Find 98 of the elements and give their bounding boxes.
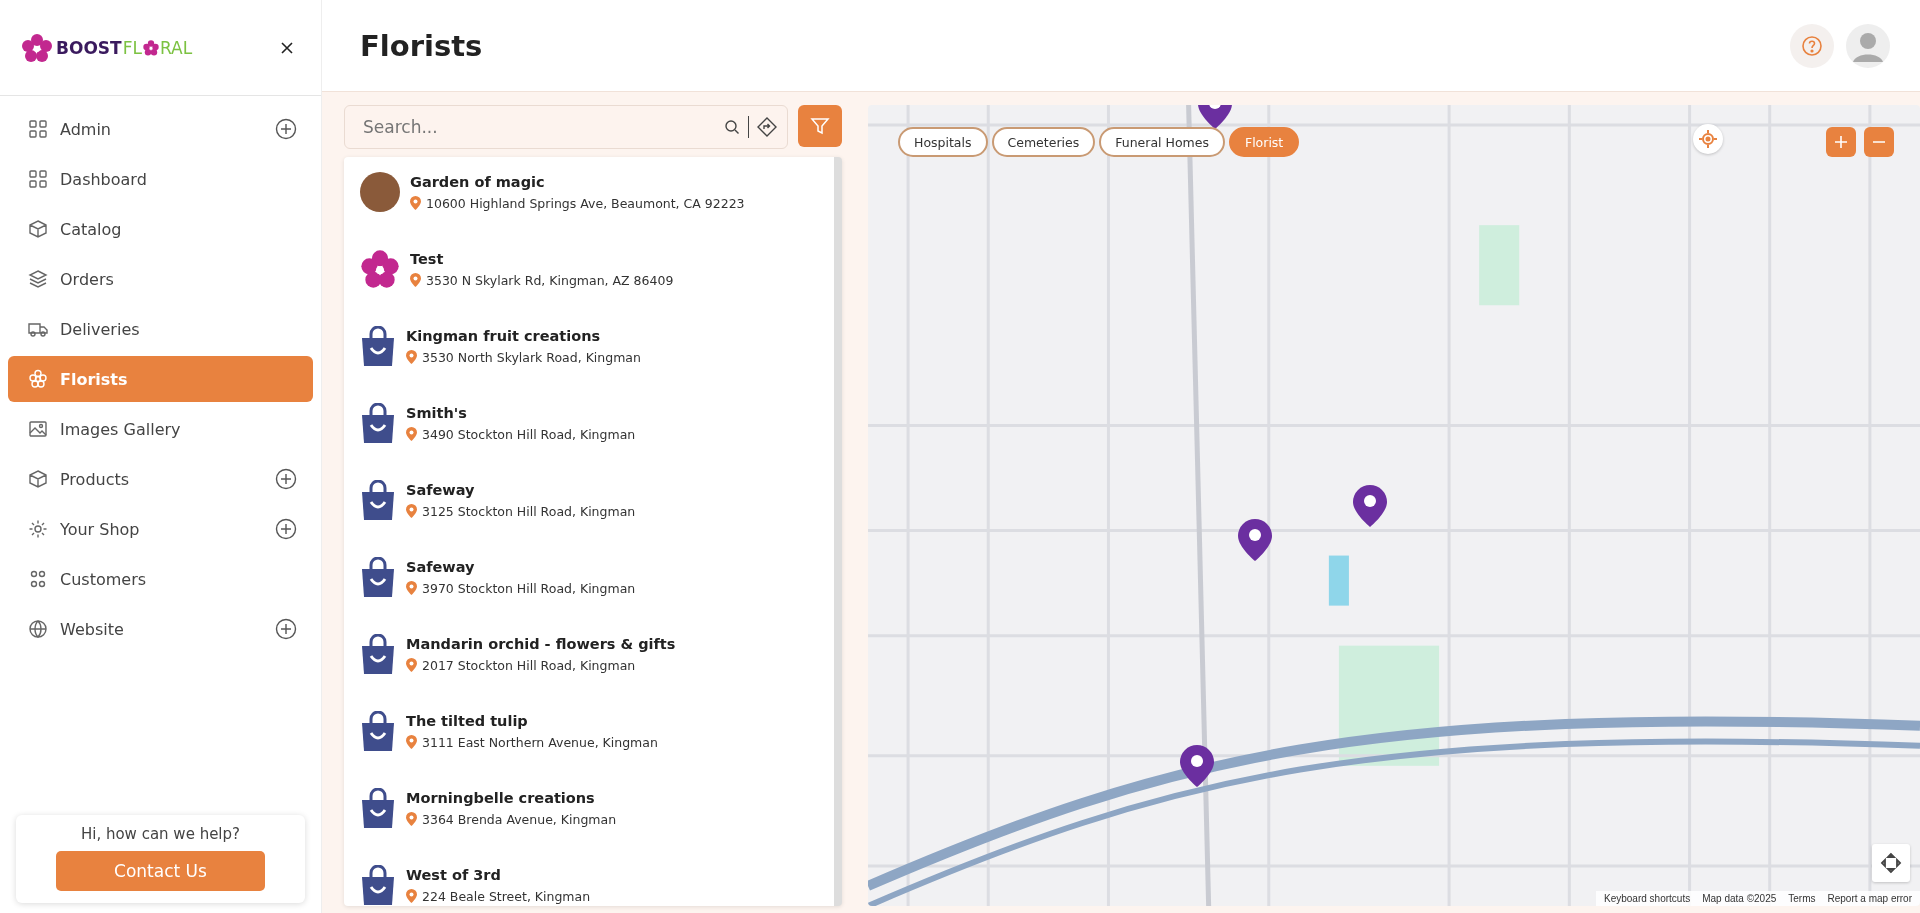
nav-item[interactable]: Customers — [8, 556, 313, 602]
photo-placeholder — [360, 172, 400, 212]
help-button[interactable] — [1790, 23, 1834, 68]
logo-text: FL — [122, 37, 142, 58]
location-pin-icon — [406, 350, 417, 364]
location-pin-icon — [406, 581, 417, 595]
florist-name: Mandarin orchid - flowers & gifts — [406, 635, 676, 652]
location-pin-icon — [406, 735, 417, 749]
florist-address: 3364 Brenda Avenue, Kingman — [422, 811, 617, 827]
florist-address: 2017 Stockton Hill Road, Kingman — [422, 657, 636, 673]
gear-icon — [28, 519, 48, 539]
people-icon — [28, 569, 48, 589]
logo-text: BOOST — [56, 37, 122, 58]
florist-item[interactable]: Smith's 3490 Stockton Hill Road, Kingman — [360, 402, 824, 444]
shopping-bag-icon — [360, 557, 396, 597]
flower-icon — [142, 39, 159, 56]
map-footer-link[interactable]: Keyboard shortcuts — [1604, 893, 1691, 904]
nav-item[interactable]: Website — [8, 606, 313, 652]
nav-item[interactable]: Admin — [8, 106, 313, 152]
grid-icon — [28, 169, 48, 189]
nav-item[interactable]: Dashboard — [8, 156, 313, 202]
nav-item[interactable]: Your Shop — [8, 506, 313, 552]
image-icon — [28, 419, 48, 439]
logo-text: RAL — [159, 37, 193, 58]
help-text: Hi, how can we help? — [80, 825, 241, 843]
flower-pin-icon[interactable] — [1180, 745, 1214, 787]
florist-address: 3530 North Skylark Road, Kingman — [422, 349, 641, 365]
location-pin-icon — [406, 658, 417, 672]
florist-item[interactable]: West of 3rd 224 Beale Street, Kingman — [360, 864, 824, 906]
florist-name: West of 3rd — [406, 866, 502, 883]
fullscreen-button[interactable] — [1872, 844, 1910, 882]
flower-pin-icon[interactable] — [1238, 519, 1272, 561]
flower-icon — [360, 249, 400, 289]
globe-icon — [28, 619, 48, 639]
florist-address: 3530 N Skylark Rd, Kingman, AZ 86409 — [426, 272, 674, 288]
florist-address: 224 Beale Street, Kingman — [422, 888, 591, 904]
location-pin-icon — [406, 504, 417, 518]
florist-item[interactable]: Safeway 3970 Stockton Hill Road, Kingman — [360, 556, 824, 598]
florist-item[interactable]: Safeway 3125 Stockton Hill Road, Kingman — [360, 479, 824, 521]
search-field[interactable]: Search... — [361, 116, 716, 138]
location-pin-icon — [406, 427, 417, 441]
directions-icon[interactable] — [757, 117, 777, 137]
shopping-bag-icon — [360, 711, 396, 751]
location-pin-icon — [406, 812, 417, 826]
plus-circle-icon[interactable] — [275, 618, 297, 640]
florist-name: Safeway — [406, 558, 476, 575]
box-icon — [28, 219, 48, 239]
map-footer-link[interactable]: Map data ©2025 — [1702, 893, 1777, 904]
filter-chip[interactable]: Funeral Homes — [1099, 127, 1225, 157]
flower-pin-icon[interactable] — [1353, 485, 1387, 527]
florist-item[interactable]: Morningbelle creations 3364 Brenda Avenue, Kingman — [360, 787, 824, 829]
filter-chip[interactable]: Hospitals — [898, 127, 988, 157]
filter-chip[interactable]: Cemeteries — [991, 127, 1096, 157]
map-footer-link[interactable]: Report a map error — [1827, 893, 1912, 904]
box-icon — [28, 469, 48, 489]
florist-item[interactable]: Garden of magic 10600 Highland Springs Ave, Beaumont, CA 92223 — [360, 171, 824, 213]
shopping-bag-icon — [360, 788, 396, 828]
nav-item[interactable]: Products — [8, 456, 313, 502]
florist-item[interactable]: Mandarin orchid - flowers & gifts 2017 Stockton Hill Road, Kingman — [360, 633, 824, 675]
shopping-bag-icon — [360, 480, 396, 520]
location-pin-icon — [406, 889, 417, 903]
nav-item[interactable]: Orders — [8, 256, 313, 302]
map-footer-link[interactable]: Terms — [1788, 893, 1816, 904]
florist-name: Morningbelle creations — [406, 789, 596, 806]
nav-item[interactable]: Catalog — [8, 206, 313, 252]
florist-item[interactable]: Test 3530 N Skylark Rd, Kingman, AZ 86409 — [360, 248, 824, 290]
search-bar[interactable]: Search... — [344, 105, 788, 149]
nav-item[interactable]: Images Gallery — [8, 406, 313, 452]
flower-icon — [28, 369, 48, 389]
shopping-bag-icon — [360, 326, 396, 366]
florist-address: 3490 Stockton Hill Road, Kingman — [422, 426, 636, 442]
page-title: Florists — [360, 28, 483, 63]
shopping-bag-icon — [360, 634, 396, 674]
nav-item[interactable]: Deliveries — [8, 306, 313, 352]
funnel-icon[interactable] — [810, 116, 830, 136]
layers-icon — [28, 269, 48, 289]
location-pin-icon — [410, 196, 421, 210]
shopping-bag-icon — [360, 403, 396, 443]
florist-address: 3970 Stockton Hill Road, Kingman — [422, 580, 636, 596]
search-icon[interactable] — [724, 119, 740, 135]
florist-name: Smith's — [406, 404, 468, 421]
florist-address: 3125 Stockton Hill Road, Kingman — [422, 503, 636, 519]
florist-address: 3111 East Northern Avenue, Kingman — [422, 734, 658, 750]
florist-item[interactable]: Kingman fruit creations 3530 North Skylark Road, Kingman — [360, 325, 824, 367]
flower-logo-icon — [22, 33, 52, 62]
location-pin-icon — [410, 273, 421, 287]
florist-name: Garden of magic — [410, 173, 546, 190]
florist-address: 10600 Highland Springs Ave, Beaumont, CA 92223 — [426, 195, 745, 211]
florist-item[interactable]: The tilted tulip 3111 East Northern Avenue, Kingman — [360, 710, 824, 752]
plus-circle-icon[interactable] — [275, 468, 297, 490]
florist-name: Safeway — [406, 481, 476, 498]
fullscreen-icon[interactable] — [1880, 852, 1902, 874]
plus-circle-icon[interactable] — [275, 118, 297, 140]
florist-name: Test — [410, 250, 445, 267]
florist-name: The tilted tulip — [406, 712, 529, 729]
florist-name: Kingman fruit creations — [406, 327, 602, 344]
grid-icon — [28, 119, 48, 139]
plus-circle-icon[interactable] — [275, 518, 297, 540]
